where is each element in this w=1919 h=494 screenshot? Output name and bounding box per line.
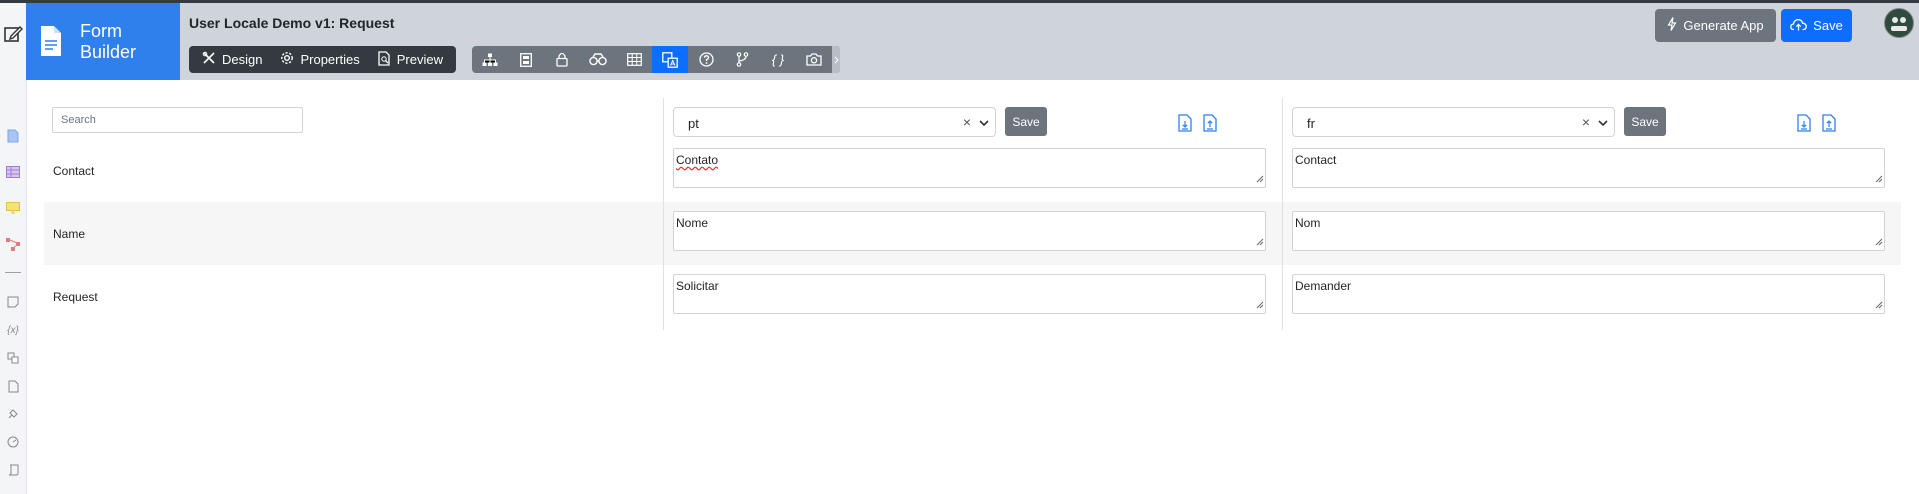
sitemap-icon[interactable]: [472, 46, 508, 73]
page-icon[interactable]: [4, 377, 22, 395]
tab-preview-label: Preview: [396, 52, 443, 67]
translation-field[interactable]: Contato: [673, 148, 1266, 188]
chevron-down-icon: [979, 116, 989, 130]
header-bar: Form Builder User Locale Demo v1: Reques…: [26, 3, 1919, 80]
lock-icon[interactable]: [544, 46, 580, 73]
column-divider: [663, 98, 664, 330]
rail-divider: [5, 272, 21, 273]
gear-icon: [280, 51, 294, 68]
form-icon[interactable]: [508, 46, 544, 73]
translation-field[interactable]: Demander: [1292, 274, 1885, 314]
save-form-button[interactable]: Save: [1781, 9, 1852, 42]
tab-preview[interactable]: Preview: [369, 46, 452, 73]
designer-toolbar: { }: [472, 46, 840, 73]
document-icon[interactable]: [4, 127, 22, 145]
generate-app-button[interactable]: Generate App: [1655, 9, 1776, 42]
translation-text: Contact: [1295, 153, 1337, 167]
monitor-icon[interactable]: [4, 199, 22, 217]
search-input[interactable]: [52, 107, 303, 133]
code-braces-icon[interactable]: { }: [760, 46, 796, 73]
save-locale-button-1[interactable]: Save: [1005, 107, 1047, 136]
cloud-upload-icon: [1790, 18, 1808, 34]
save-form-label: Save: [1813, 18, 1843, 33]
toolbar-more-chevron-icon[interactable]: [832, 46, 840, 73]
clear-icon[interactable]: ×: [963, 114, 971, 130]
translate-icon[interactable]: [652, 46, 688, 73]
lightning-icon: [1667, 17, 1677, 34]
translation-text: Nome: [676, 216, 709, 230]
file-export-icon[interactable]: [1203, 114, 1217, 132]
translation-text: Solicitar: [676, 279, 719, 293]
translation-field[interactable]: Solicitar: [673, 274, 1266, 314]
translation-text: Demander: [1295, 279, 1352, 293]
resize-handle-icon[interactable]: [1256, 235, 1264, 249]
resize-handle-icon[interactable]: [1256, 172, 1264, 186]
column-divider: [1282, 98, 1283, 330]
translation-field[interactable]: Nome: [673, 211, 1266, 251]
file-import-icon[interactable]: [1178, 114, 1192, 132]
row-label-request: Request: [53, 290, 98, 304]
resize-handle-icon[interactable]: [1875, 298, 1883, 312]
tab-properties-label: Properties: [300, 52, 360, 67]
preview-icon: [378, 50, 391, 69]
mode-tabs: Design Properties Preview: [189, 46, 456, 73]
plug-icon[interactable]: [4, 405, 22, 423]
locale-select-1[interactable]: pt ×: [673, 107, 996, 137]
row-label-name: Name: [53, 227, 86, 241]
translation-field[interactable]: Nom: [1292, 211, 1885, 251]
translation-text: Contato: [676, 153, 719, 167]
avatar[interactable]: [1884, 8, 1914, 38]
page-title: User Locale Demo v1: Request: [189, 15, 395, 31]
camera-icon[interactable]: [796, 46, 832, 73]
file-import-icon[interactable]: [1797, 114, 1811, 132]
translation-field[interactable]: Contact: [1292, 148, 1885, 188]
branch-icon[interactable]: [724, 46, 760, 73]
locale-select-2[interactable]: fr ×: [1292, 107, 1615, 137]
gauge-icon[interactable]: [4, 433, 22, 451]
binoculars-icon[interactable]: [580, 46, 616, 73]
note-icon[interactable]: [4, 293, 22, 311]
scroll-icon[interactable]: [4, 461, 22, 479]
form-document-icon: [39, 25, 63, 60]
clear-icon[interactable]: ×: [1582, 114, 1590, 130]
left-rail: {x}: [0, 3, 27, 494]
resize-handle-icon[interactable]: [1256, 298, 1264, 312]
help-icon[interactable]: [688, 46, 724, 73]
resize-handle-icon[interactable]: [1875, 172, 1883, 186]
table-icon[interactable]: [616, 46, 652, 73]
save-locale-button-2[interactable]: Save: [1624, 107, 1666, 136]
chevron-down-icon: [1598, 116, 1608, 130]
brand-title-line1: Form: [80, 21, 122, 41]
edit-icon[interactable]: [2, 23, 24, 45]
generate-app-label: Generate App: [1683, 18, 1764, 33]
translate-icon[interactable]: [4, 349, 22, 367]
tab-design-label: Design: [222, 52, 263, 67]
resize-handle-icon[interactable]: [1875, 235, 1883, 249]
workflow-icon[interactable]: [4, 235, 22, 253]
brand-block[interactable]: Form Builder: [26, 3, 180, 80]
table-icon[interactable]: [4, 163, 22, 181]
brand-title-line2: Builder: [80, 42, 137, 62]
translation-text: Nom: [1295, 216, 1321, 230]
tab-design[interactable]: Design: [193, 46, 271, 73]
locale-select-value: pt: [688, 116, 699, 131]
design-tools-icon: [202, 51, 216, 68]
file-export-icon[interactable]: [1822, 114, 1836, 132]
locale-select-value: fr: [1307, 116, 1315, 131]
row-label-contact: Contact: [53, 164, 95, 178]
tab-properties[interactable]: Properties: [271, 46, 368, 73]
variable-icon[interactable]: {x}: [4, 321, 22, 339]
